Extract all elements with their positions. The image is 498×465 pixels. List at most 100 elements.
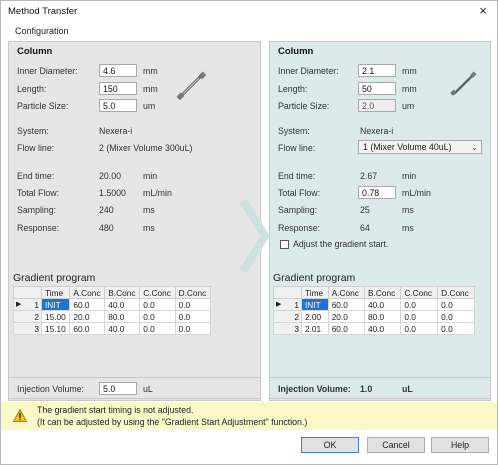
col-header: B.Conc (104, 286, 141, 299)
left-particle-size-input[interactable]: 5.0 (99, 99, 137, 112)
table-cell[interactable]: 60.0 (327, 322, 366, 335)
table-cell[interactable]: 2.01 (301, 322, 329, 335)
right-system-value: Nexera-i (360, 126, 394, 136)
table-cell[interactable]: 15.00 (40, 310, 71, 323)
table-cell[interactable]: 40.0 (364, 322, 402, 335)
table-cell[interactable]: 60.0 (69, 298, 106, 311)
left-system-value: Nexera-i (99, 126, 133, 136)
help-button[interactable]: Help (431, 437, 489, 453)
table-cell[interactable]: 0.0 (437, 322, 475, 335)
table-cell[interactable]: 20.0 (327, 310, 366, 323)
table-cell[interactable]: 80.0 (364, 310, 402, 323)
menu-configuration[interactable]: Configuration (15, 26, 69, 36)
table-row[interactable]: ▶ 1 INIT 60.0 40.0 0.0 0.0 (273, 298, 475, 311)
table-cell[interactable]: 0.0 (139, 322, 176, 335)
close-icon[interactable]: × (475, 3, 491, 19)
right-end-time-label: End time: (278, 171, 316, 181)
warning-triangle-icon (13, 409, 27, 422)
table-cell[interactable]: INIT (40, 298, 71, 311)
left-response-value: 480 (99, 223, 114, 233)
table-cell[interactable]: 15.10 (40, 322, 71, 335)
left-inner-diameter-input[interactable]: 4.6 (99, 64, 137, 77)
table-cell[interactable]: 0.0 (139, 298, 176, 311)
col-header: C.Conc (400, 286, 439, 299)
col-header: A.Conc (327, 286, 366, 299)
table-row[interactable]: 2 2.00 20.0 80.0 0.0 0.0 (273, 310, 475, 323)
ok-button[interactable]: OK (301, 437, 359, 453)
table-cell[interactable]: 0.0 (437, 310, 475, 323)
right-total-flow-input[interactable]: 0.78 (358, 186, 396, 199)
left-inner-diameter-unit: mm (143, 66, 158, 76)
left-flow-line-label: Flow line: (17, 143, 55, 153)
table-cell[interactable]: 0.0 (400, 322, 439, 335)
left-sampling-value: 240 (99, 205, 114, 215)
left-system-label: System: (17, 126, 49, 136)
right-length-unit: mm (402, 84, 417, 94)
table-row[interactable]: 3 2.01 60.0 40.0 0.0 0.0 (273, 322, 475, 335)
row-header: ▶ 1 (13, 298, 42, 311)
right-response-label: Response: (278, 223, 321, 233)
table-cell[interactable]: 0.0 (139, 310, 176, 323)
row-header: 3 (13, 322, 42, 335)
table-row[interactable]: 2 15.00 20.0 80.0 0.0 0.0 (13, 310, 212, 323)
right-flow-line-select[interactable]: 1 (Mixer Volume 40uL) ⌄ (358, 140, 482, 154)
col-header: B.Conc (364, 286, 402, 299)
right-sampling-unit: ms (402, 205, 414, 215)
right-length-input[interactable]: 50 (358, 82, 396, 95)
left-end-time-unit: min (143, 171, 158, 181)
table-cell[interactable]: 40.0 (364, 298, 402, 311)
cancel-button[interactable]: Cancel (367, 437, 425, 453)
left-inner-diameter-label: Inner Diameter: (17, 66, 78, 76)
right-inner-diameter-input[interactable]: 2.1 (358, 64, 396, 77)
right-inner-diameter-label: Inner Diameter: (278, 66, 339, 76)
left-end-time-value: 20.00 (99, 171, 122, 181)
table-cell[interactable]: 40.0 (104, 322, 141, 335)
adjust-gradient-checkbox[interactable] (280, 240, 289, 249)
left-response-unit: ms (143, 223, 155, 233)
row-header-corner (13, 286, 42, 299)
right-column-header: Column (278, 46, 314, 57)
warning-line-2: (It can be adjusted by using the "Gradie… (37, 417, 308, 427)
table-cell[interactable]: 60.0 (69, 322, 106, 335)
right-flow-line-value: 1 (Mixer Volume 40uL) (363, 142, 452, 152)
table-cell[interactable]: 80.0 (104, 310, 141, 323)
right-injection-section: Injection Volume: 1.0 uL (269, 377, 491, 399)
right-response-value: 64 (360, 223, 370, 233)
left-gradient-title: Gradient program (13, 272, 96, 284)
left-total-flow-label: Total Flow: (17, 188, 60, 198)
left-column-header: Column (17, 46, 53, 57)
table-cell[interactable]: 0.0 (400, 310, 439, 323)
left-flow-line-value: 2 (Mixer Volume 300uL) (99, 143, 193, 153)
table-cell[interactable]: 60.0 (327, 298, 366, 311)
right-end-time-unit: min (402, 171, 417, 181)
right-particle-size-unit: um (402, 101, 415, 111)
table-row[interactable]: ▶ 1 INIT 60.0 40.0 0.0 0.0 (13, 298, 212, 311)
col-header: Time (301, 286, 329, 299)
table-header-row: Time A.Conc B.Conc C.Conc D.Conc (13, 286, 212, 299)
left-injection-label: Injection Volume: (17, 384, 84, 394)
right-gradient-title: Gradient program (273, 272, 356, 284)
right-end-time-value: 2.67 (360, 171, 378, 181)
table-cell[interactable]: 20.0 (69, 310, 106, 323)
table-cell[interactable]: 0.0 (174, 298, 212, 311)
table-cell[interactable]: 0.0 (437, 298, 475, 311)
table-row[interactable]: 3 15.10 60.0 40.0 0.0 0.0 (13, 322, 212, 335)
left-total-flow-unit: mL/min (143, 188, 172, 198)
left-injection-input[interactable]: 5.0 (99, 382, 137, 395)
table-cell[interactable]: 0.0 (174, 322, 212, 335)
row-header-corner (273, 286, 302, 299)
col-header: C.Conc (139, 286, 176, 299)
left-particle-size-label: Particle Size: (17, 101, 69, 111)
right-injection-unit: uL (402, 384, 413, 394)
table-cell[interactable]: INIT (301, 298, 329, 311)
table-cell[interactable]: 40.0 (104, 298, 141, 311)
left-length-input[interactable]: 150 (99, 82, 137, 95)
right-sampling-label: Sampling: (278, 205, 318, 215)
table-cell[interactable]: 0.0 (400, 298, 439, 311)
window-title: Method Transfer (8, 6, 78, 17)
left-column-icon (176, 71, 207, 101)
source-method-panel: Column Inner Diameter: 4.6 mm Length: 15… (8, 41, 261, 401)
table-cell[interactable]: 2.00 (301, 310, 329, 323)
right-particle-size-input[interactable]: 2.0 (358, 99, 396, 112)
table-cell[interactable]: 0.0 (174, 310, 212, 323)
